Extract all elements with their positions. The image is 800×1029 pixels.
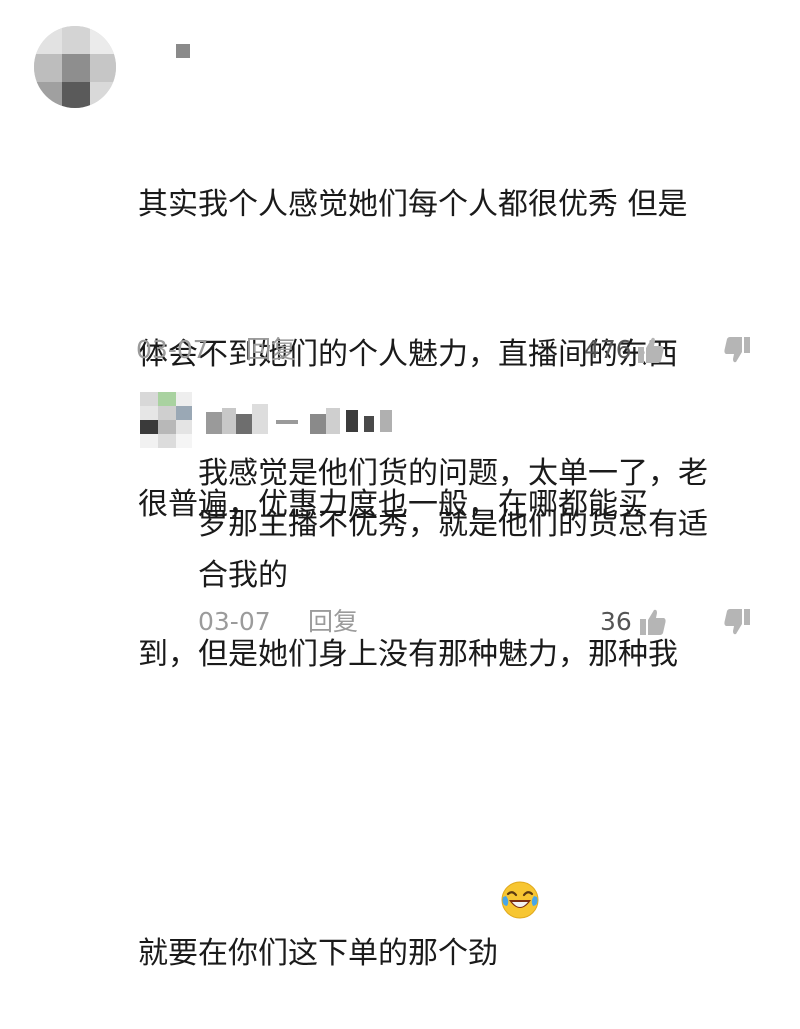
- reply-meta: 03-07 回复 36: [198, 605, 758, 639]
- username-pixel: [276, 420, 298, 424]
- avatar-pixel: [140, 420, 158, 434]
- thumbs-up-icon[interactable]: [636, 335, 666, 365]
- avatar-pixel: [34, 54, 62, 82]
- username-pixel: [310, 414, 326, 434]
- reply-date: 03-07: [198, 607, 271, 636]
- avatar-pixel: [140, 434, 158, 448]
- avatar[interactable]: [34, 26, 116, 108]
- thumbs-down-icon[interactable]: [722, 335, 752, 365]
- reply-line: 我感觉是他们货的问题，太单一了，老: [198, 456, 708, 491]
- username-pixel: [236, 414, 252, 434]
- laughing-with-tears-emoji: [500, 780, 540, 919]
- avatar-pixel: [62, 82, 90, 108]
- comment-line-text: 就要在你们这下单的那个劲: [138, 936, 498, 971]
- avatar-pixel: [140, 406, 158, 420]
- avatar-pixel: [158, 406, 176, 420]
- reply-avatar[interactable]: [140, 392, 192, 448]
- avatar-pixel: [176, 434, 192, 448]
- avatar-pixel: [62, 54, 90, 82]
- reply-reply-button[interactable]: 回复: [308, 605, 358, 639]
- avatar-pixel: [140, 392, 158, 406]
- username-pixel: [252, 404, 268, 434]
- username-pixel: [206, 412, 222, 434]
- username-pixel: [380, 410, 392, 432]
- reply-line: 合我的: [198, 558, 288, 593]
- reply-button[interactable]: 回复: [246, 333, 296, 367]
- username-pixel: [346, 410, 358, 432]
- avatar-pixel: [90, 82, 116, 108]
- comment-line: 其实我个人感觉她们每个人都很优秀 但是: [138, 187, 688, 222]
- avatar-pixel: [34, 82, 62, 108]
- thumbs-up-icon[interactable]: [638, 607, 668, 637]
- avatar-pixel: [90, 26, 116, 54]
- avatar-pixel: [176, 392, 192, 406]
- comment-line-last: 就要在你们这下单的那个劲: [138, 780, 758, 979]
- like-count: 476: [584, 335, 632, 364]
- reply-text: 我感觉是他们货的问题，太单一了，老 罗那主播不优秀，就是他们的货总有适 合我的: [198, 448, 778, 601]
- comment-meta: 03-07 回复 476: [136, 333, 756, 367]
- thumbs-down-icon[interactable]: [722, 607, 752, 637]
- avatar-pixel: [34, 26, 62, 54]
- avatar-pixel: [176, 420, 192, 434]
- username-pixel: [326, 408, 340, 434]
- avatar-pixel: [158, 420, 176, 434]
- avatar-pixel: [158, 434, 176, 448]
- comment-date: 03-07: [136, 335, 209, 364]
- reply-line: 罗那主播不优秀，就是他们的货总有适: [198, 507, 708, 542]
- username-redacted[interactable]: [176, 44, 190, 58]
- reply-username-redacted[interactable]: [206, 400, 396, 440]
- reply-like-count: 36: [600, 607, 632, 636]
- avatar-pixel: [176, 406, 192, 420]
- avatar-pixel: [90, 54, 116, 82]
- avatar-pixel: [158, 392, 176, 406]
- username-pixel: [364, 416, 374, 432]
- avatar-pixel: [62, 26, 90, 54]
- username-pixel: [222, 408, 236, 434]
